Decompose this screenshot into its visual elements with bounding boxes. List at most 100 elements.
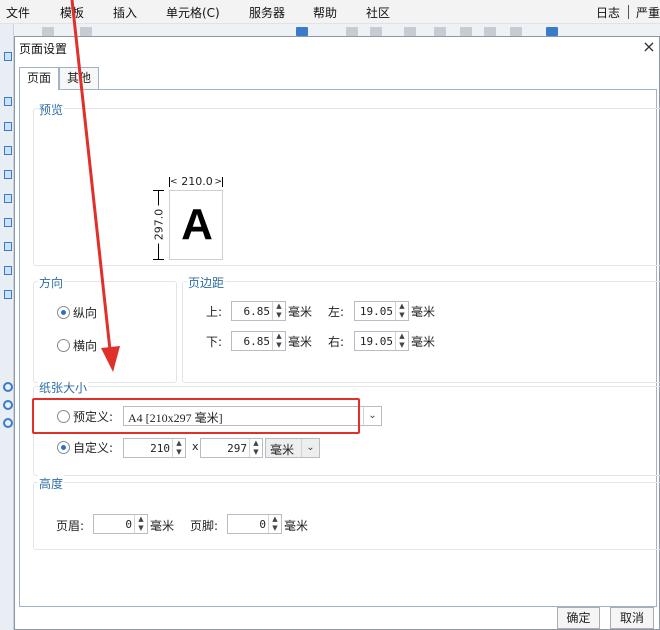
footer-height-value: 0 (259, 518, 266, 531)
spin-down-icon[interactable]: ▼ (396, 311, 408, 320)
file-icon (4, 170, 12, 179)
spin-up-icon[interactable]: ▲ (273, 302, 285, 311)
times-sign: x (192, 440, 199, 453)
preview-group (33, 108, 660, 266)
right-margin-value: 19.05 (359, 335, 393, 348)
spin-up-icon[interactable]: ▲ (396, 302, 408, 311)
file-icon (4, 194, 12, 203)
spin-up-icon[interactable]: ▲ (273, 332, 285, 341)
menu-cell[interactable]: 单元格(C) (166, 4, 220, 21)
footer-height-stepper[interactable]: 0 ▲ ▼ (227, 514, 282, 534)
spin-down-icon[interactable]: ▼ (269, 524, 281, 533)
left-margin-value: 19.05 (359, 305, 393, 318)
menubar: 文件 模板 插入 单元格(C) 服务器 帮助 社区 日志 严重 (0, 0, 660, 24)
page-setup-dialog: 页面设置 × 页面 其他 预览 < 210.0 > 297.0 A 方向 纵向 … (14, 36, 660, 630)
menu-file[interactable]: 文件 (6, 4, 30, 21)
chevron-down-icon: ⌄ (363, 407, 381, 425)
menu-separator (628, 5, 629, 19)
custom-height-stepper[interactable]: 297 ▲ ▼ (200, 438, 263, 458)
file-icon (4, 52, 12, 61)
file-icon (4, 122, 12, 131)
chevron-down-icon: ⌄ (301, 439, 319, 457)
file-icon (4, 146, 12, 155)
header-height-stepper[interactable]: 0 ▲ ▼ (93, 514, 148, 534)
highlight-box (32, 398, 360, 434)
menu-community[interactable]: 社区 (366, 4, 390, 21)
spin-down-icon[interactable]: ▼ (135, 524, 147, 533)
page-tab-panel: 预览 < 210.0 > 297.0 A 方向 纵向 横向 页边距 上: 6.8 (19, 89, 660, 607)
ok-button[interactable]: 确定 (557, 607, 600, 629)
right-margin-stepper[interactable]: 19.05 ▲ ▼ (354, 331, 409, 351)
menu-insert[interactable]: 插入 (113, 4, 137, 21)
top-margin-unit: 毫米 (288, 305, 313, 319)
spin-down-icon[interactable]: ▼ (173, 448, 185, 457)
header-label: 页眉: (56, 519, 85, 533)
paper-size-label: 纸张大小 (38, 379, 89, 396)
toolbar-icon (370, 27, 382, 36)
node-icon (3, 382, 13, 392)
height-label: 高度 (38, 475, 65, 492)
bottom-margin-stepper[interactable]: 6.85 ▲ ▼ (231, 331, 286, 351)
left-margin-unit: 毫米 (411, 305, 436, 319)
spin-up-icon[interactable]: ▲ (269, 515, 281, 524)
toolbar-icon (510, 27, 522, 36)
cancel-button[interactable]: 取消 (610, 607, 654, 629)
menu-server[interactable]: 服务器 (249, 4, 285, 21)
right-margin-label: 右: (328, 335, 345, 349)
spin-down-icon[interactable]: ▼ (396, 341, 408, 350)
custom-unit-select[interactable]: 毫米 ⌄ (265, 438, 320, 458)
margins-label: 页边距 (187, 274, 226, 291)
toolbar-icon (404, 27, 416, 36)
tab-page[interactable]: 页面 (19, 67, 59, 90)
custom-label: 自定义: (73, 441, 114, 455)
preview-height-label: 297.0 (152, 205, 166, 244)
preview-label: 预览 (38, 101, 65, 118)
custom-width-value: 210 (150, 442, 170, 455)
preview-sample-letter: A (181, 200, 213, 249)
top-margin-stepper[interactable]: 6.85 ▲ ▼ (231, 301, 286, 321)
custom-width-stepper[interactable]: 210 ▲ ▼ (123, 438, 186, 458)
custom-unit-value: 毫米 (270, 443, 295, 457)
left-margin-label: 左: (328, 305, 345, 319)
custom-radio[interactable] (57, 441, 70, 454)
header-height-value: 0 (125, 518, 132, 531)
file-icon (4, 290, 12, 299)
toolbar-icon (346, 27, 358, 36)
tab-other[interactable]: 其他 (59, 67, 99, 89)
left-margin-stepper[interactable]: 19.05 ▲ ▼ (354, 301, 409, 321)
node-icon (3, 400, 13, 410)
toolbar-icon (296, 27, 308, 36)
toolbar-icon (434, 27, 446, 36)
background-sidebar (0, 24, 14, 630)
landscape-radio[interactable] (57, 339, 70, 352)
file-icon (4, 97, 12, 106)
node-icon (3, 418, 13, 428)
close-icon[interactable]: × (641, 39, 657, 55)
file-icon (4, 242, 12, 251)
file-icon (4, 218, 12, 227)
toolbar-icon (460, 27, 472, 36)
orientation-label: 方向 (38, 274, 65, 291)
spin-down-icon[interactable]: ▼ (273, 311, 285, 320)
preview-paper: A (169, 190, 223, 260)
custom-height-value: 297 (227, 442, 247, 455)
menu-severity[interactable]: 严重 (636, 4, 660, 21)
portrait-label: 纵向 (73, 306, 98, 320)
spin-down-icon[interactable]: ▼ (250, 448, 262, 457)
menu-log[interactable]: 日志 (596, 4, 620, 21)
menu-help[interactable]: 帮助 (313, 4, 337, 21)
portrait-radio[interactable] (57, 306, 70, 319)
spin-up-icon[interactable]: ▲ (135, 515, 147, 524)
file-icon (4, 266, 12, 275)
menu-template[interactable]: 模板 (60, 4, 84, 21)
spin-up-icon[interactable]: ▲ (173, 439, 185, 448)
spin-up-icon[interactable]: ▲ (396, 332, 408, 341)
spin-up-icon[interactable]: ▲ (250, 439, 262, 448)
footer-height-unit: 毫米 (284, 519, 309, 533)
spin-down-icon[interactable]: ▼ (273, 341, 285, 350)
bottom-margin-value: 6.85 (243, 335, 271, 348)
bottom-margin-label: 下: (206, 335, 223, 349)
dialog-title: 页面设置 (19, 42, 68, 56)
preview-height-dimension: 297.0 (152, 190, 166, 260)
top-margin-value: 6.85 (243, 305, 271, 318)
